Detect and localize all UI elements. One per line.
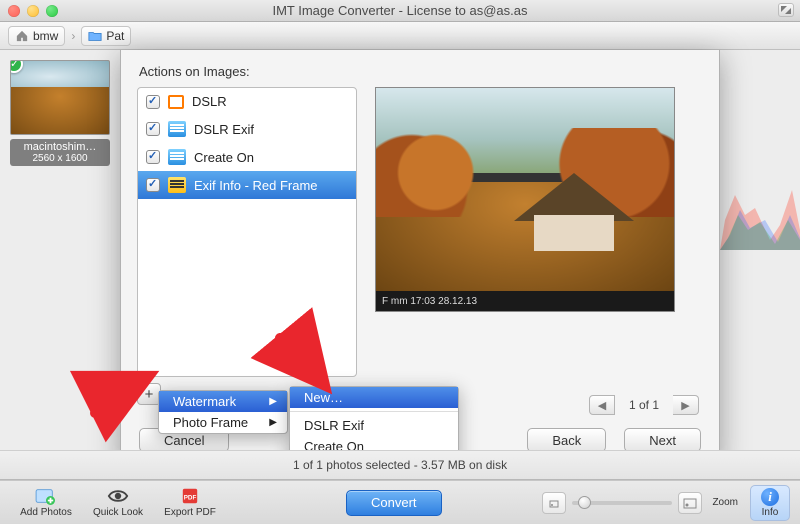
toolbar-label: Export PDF <box>164 507 216 518</box>
folder-icon <box>88 30 102 42</box>
info-button[interactable]: i Info <box>750 485 790 521</box>
checkbox[interactable] <box>146 150 160 164</box>
add-action-menu: Watermark ▶ Photo Frame ▶ <box>158 390 288 434</box>
next-button[interactable]: Next <box>624 428 701 452</box>
watermark-text-icon <box>168 121 186 137</box>
submenu-item-dslr-exif[interactable]: DSLR Exif <box>290 415 458 436</box>
preview-image: F mm 17:03 28.12.13 <box>375 87 675 312</box>
back-button[interactable]: Back <box>527 428 606 452</box>
frame-icon <box>168 95 184 109</box>
export-pdf-button[interactable]: PDF Export PDF <box>154 483 226 523</box>
toolbar-label: Add Photos <box>20 507 72 518</box>
pdf-icon: PDF <box>179 487 201 505</box>
preview-pager: ◀ 1 of 1 ▶ <box>589 395 699 415</box>
main-area: macintoshim… 2560 x 1600 Actions on Imag… <box>0 50 800 449</box>
cancel-label: Cancel <box>164 433 204 448</box>
menu-item-watermark[interactable]: Watermark ▶ <box>159 391 287 412</box>
status-text: 1 of 1 photos selected - 3.57 MB on disk <box>293 458 507 472</box>
preview-exif-text: F mm 17:03 28.12.13 <box>382 296 477 307</box>
action-label: DSLR Exif <box>194 122 254 137</box>
action-row-dslr-exif[interactable]: DSLR Exif <box>138 115 356 143</box>
submenu-arrow-icon: ▶ <box>269 396 277 407</box>
thumbnail-name: macintoshim… <box>10 139 110 153</box>
back-label: Back <box>552 433 581 448</box>
minimize-window-button[interactable] <box>27 5 39 17</box>
convert-button[interactable]: Convert <box>346 490 442 516</box>
zoom-in-button[interactable] <box>678 492 702 514</box>
info-icon: i <box>761 488 779 506</box>
fullscreen-button[interactable] <box>778 3 794 17</box>
bottom-toolbar: Add Photos Quick Look PDF Export PDF Con… <box>0 480 800 524</box>
menu-item-photo-frame[interactable]: Photo Frame ▶ <box>159 412 287 433</box>
thumbnail-dimensions: 2560 x 1600 <box>10 153 110 166</box>
zoom-window-button[interactable] <box>46 5 58 17</box>
path-folder[interactable]: Pat <box>81 26 131 46</box>
pager-next-button[interactable]: ▶ <box>673 395 699 415</box>
submenu-item-new[interactable]: New… <box>290 387 458 408</box>
menu-label: DSLR Exif <box>304 418 364 433</box>
preview-pane: F mm 17:03 28.12.13 <box>375 87 703 405</box>
close-window-button[interactable] <box>8 5 20 17</box>
histogram <box>720 160 800 250</box>
menu-separator <box>290 411 458 412</box>
checkbox[interactable] <box>146 122 160 136</box>
triangle-left-icon: ◀ <box>598 399 606 412</box>
sheet-heading: Actions on Images: <box>121 50 719 87</box>
quick-look-button[interactable]: Quick Look <box>82 483 154 523</box>
zoom-out-button[interactable] <box>542 492 566 514</box>
next-label: Next <box>649 433 676 448</box>
plus-icon: + <box>145 386 154 403</box>
checkbox[interactable] <box>146 95 160 109</box>
menu-label: Watermark <box>173 394 236 409</box>
zoom-slider[interactable] <box>572 501 672 505</box>
preview-info-bar: F mm 17:03 28.12.13 <box>376 291 674 311</box>
slider-knob[interactable] <box>578 496 591 509</box>
add-photos-button[interactable]: Add Photos <box>10 483 82 523</box>
path-home[interactable]: bmw <box>8 26 65 46</box>
titlebar: IMT Image Converter - License to as@as.a… <box>0 0 800 22</box>
action-label: Exif Info - Red Frame <box>194 178 318 193</box>
path-folder-label: Pat <box>106 29 124 43</box>
zoom-control: Zoom <box>542 492 738 514</box>
photo-thumbnail[interactable]: macintoshim… 2560 x 1600 <box>10 60 110 166</box>
action-row-dslr[interactable]: DSLR <box>138 88 356 115</box>
menu-label: New… <box>304 390 343 405</box>
thumbnail-image <box>10 60 110 135</box>
info-label: Info <box>762 507 779 518</box>
action-label: Create On <box>194 150 254 165</box>
window-controls <box>8 5 58 17</box>
add-photos-icon <box>35 487 57 505</box>
checkbox[interactable] <box>146 178 160 192</box>
path-home-label: bmw <box>33 29 58 43</box>
action-row-create-on[interactable]: Create On <box>138 143 356 171</box>
window-title: IMT Image Converter - License to as@as.a… <box>0 3 800 18</box>
eye-icon <box>107 487 129 505</box>
home-icon <box>15 30 29 42</box>
convert-label: Convert <box>371 495 417 510</box>
triangle-right-icon: ▶ <box>681 399 689 412</box>
action-row-exif-info[interactable]: Exif Info - Red Frame <box>138 171 356 199</box>
pager-info: 1 of 1 <box>615 398 673 412</box>
menu-label: Photo Frame <box>173 415 248 430</box>
path-bar: bmw › Pat <box>0 22 800 50</box>
actions-list: DSLR DSLR Exif Create On <box>137 87 357 377</box>
status-bar: 1 of 1 photos selected - 3.57 MB on disk <box>0 450 800 480</box>
toolbar-label: Quick Look <box>93 507 143 518</box>
svg-text:PDF: PDF <box>184 495 197 502</box>
zoom-label: Zoom <box>712 497 738 508</box>
chevron-right-icon: › <box>71 29 75 43</box>
submenu-arrow-icon: ▶ <box>269 417 277 428</box>
watermark-text-icon <box>168 177 186 193</box>
action-label: DSLR <box>192 94 227 109</box>
watermark-text-icon <box>168 149 186 165</box>
pager-prev-button[interactable]: ◀ <box>589 395 615 415</box>
